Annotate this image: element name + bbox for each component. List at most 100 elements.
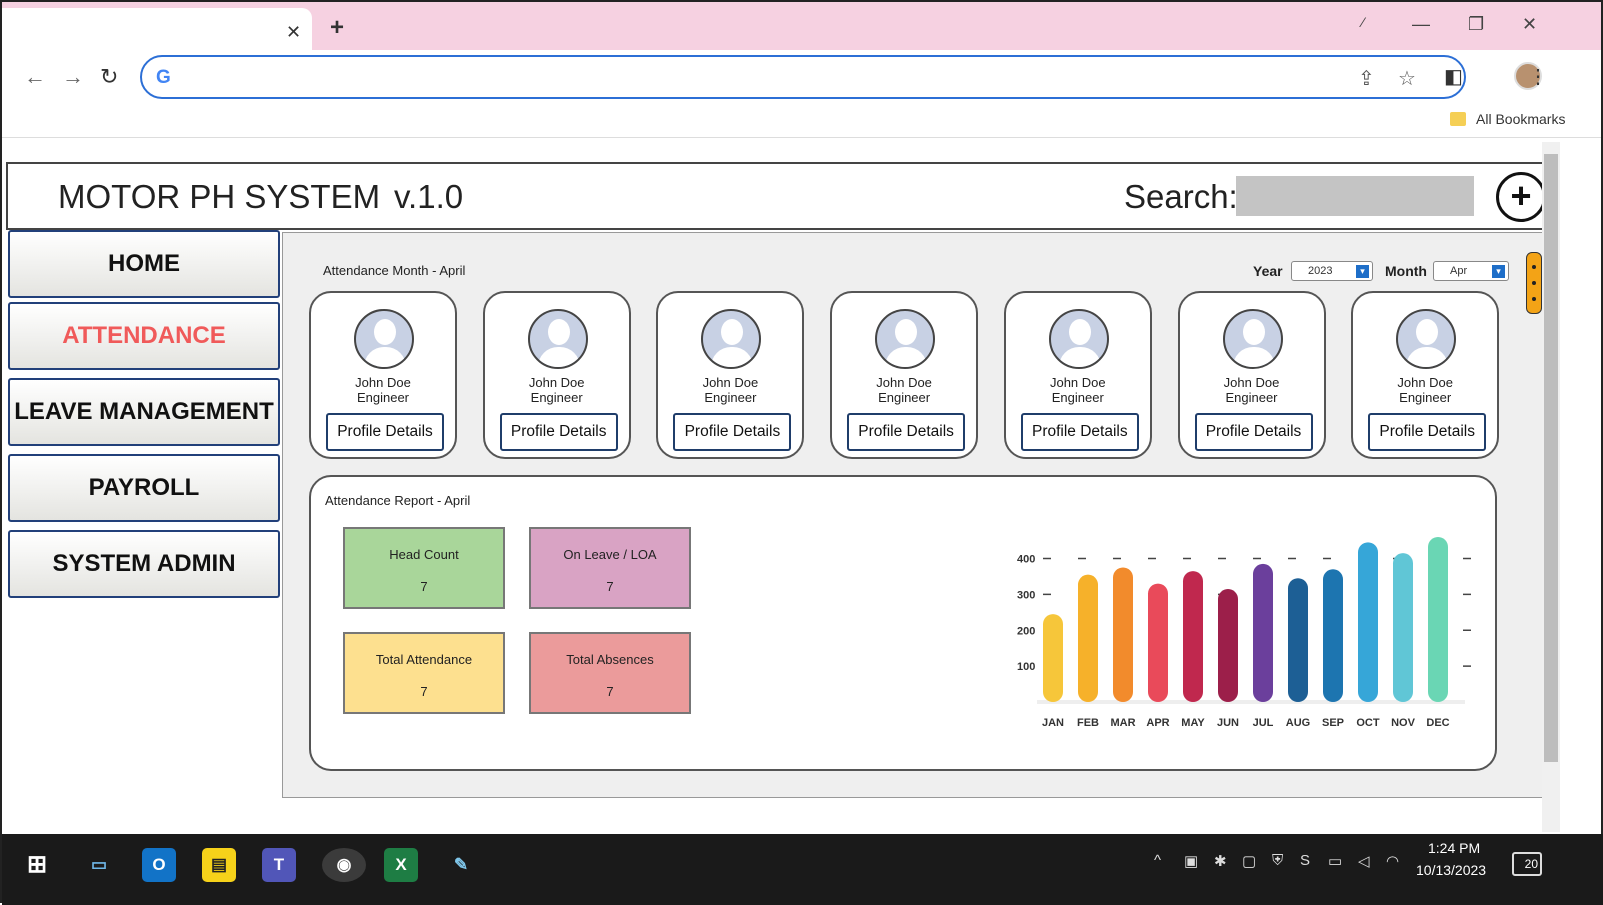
stat-value: 7 xyxy=(420,684,428,699)
search-input[interactable] xyxy=(1236,176,1474,216)
browser-window: ✕ + ⁄ — ❐ ✕ ← → ↻ G ⇪ ☆ ◧ ⋮ All Bookmark… xyxy=(0,0,1603,905)
month-select[interactable]: Apr ▾ xyxy=(1433,261,1509,281)
stat-head-count: Head Count 7 xyxy=(343,527,505,609)
x-tick-label: JUN xyxy=(1217,717,1239,729)
stat-label: Head Count xyxy=(389,547,459,562)
profile-details-button[interactable]: Profile Details xyxy=(499,413,618,451)
employee-card: John Doe Engineer Profile Details xyxy=(656,291,805,459)
side-widget-handle[interactable] xyxy=(1526,252,1542,314)
bar-oct xyxy=(1358,542,1378,702)
x-tick-label: MAY xyxy=(1181,717,1205,729)
profile-details-button[interactable]: Profile Details xyxy=(673,413,792,451)
profile-details-button[interactable]: Profile Details xyxy=(1020,413,1139,451)
clock-date[interactable]: 10/13/2023 xyxy=(1416,862,1486,878)
app-version: v.1.0 xyxy=(394,178,464,215)
all-bookmarks-link[interactable]: All Bookmarks xyxy=(1476,111,1565,127)
employee-role: Engineer xyxy=(530,390,583,405)
x-tick-label: JAN xyxy=(1042,717,1064,729)
chevron-up-icon[interactable]: ^ xyxy=(1154,852,1161,869)
year-select[interactable]: 2023 ▾ xyxy=(1291,261,1373,281)
month-value: Apr xyxy=(1450,265,1468,277)
employee-card: John Doe Engineer Profile Details xyxy=(830,291,979,459)
profile-details-button[interactable]: Profile Details xyxy=(1194,413,1313,451)
sidebar-item-payroll[interactable]: PAYROLL xyxy=(8,454,280,522)
x-tick-label: APR xyxy=(1146,717,1169,729)
windows-start-icon[interactable]: ⊞ xyxy=(20,848,54,882)
x-tick-label: NOV xyxy=(1391,717,1416,729)
x-tick-label: JUL xyxy=(1253,717,1274,729)
stat-label: On Leave / LOA xyxy=(563,547,657,562)
defender-icon[interactable]: ⛨ xyxy=(1272,852,1283,869)
active-tab[interactable]: ✕ xyxy=(2,8,312,50)
employee-card: John Doe Engineer Profile Details xyxy=(1351,291,1500,459)
bookmark-star-icon[interactable]: ☆ xyxy=(1398,66,1416,91)
forward-icon[interactable]: → xyxy=(62,64,84,90)
close-tab-icon[interactable]: ✕ xyxy=(286,22,301,43)
display-icon[interactable]: ▢ xyxy=(1242,852,1256,870)
address-bar[interactable]: G ⇪ ☆ xyxy=(140,55,1466,99)
paint-icon[interactable]: ✎ xyxy=(444,848,478,882)
sidebar-item-system-admin[interactable]: SYSTEM ADMIN xyxy=(8,530,280,598)
report-title: Attendance Report - April xyxy=(325,493,471,508)
computer-app-icon[interactable]: ▭ xyxy=(82,848,116,882)
profile-details-button[interactable]: Profile Details xyxy=(847,413,966,451)
pen-icon[interactable]: ⁄ xyxy=(1362,14,1364,30)
bar-may xyxy=(1183,571,1203,702)
teams-icon[interactable]: T xyxy=(262,848,296,882)
y-tick-label: 300 xyxy=(1017,589,1035,601)
employee-name: John Doe xyxy=(702,375,759,390)
sticky-notes-icon[interactable]: ▤ xyxy=(202,848,236,882)
employee-name: John Doe xyxy=(355,375,411,390)
x-tick-label: OCT xyxy=(1356,717,1380,729)
restore-icon[interactable]: ❐ xyxy=(1468,14,1484,35)
sidebar-item-attendance[interactable]: ATTENDANCE xyxy=(8,302,280,370)
search-label: Search: xyxy=(1124,178,1238,215)
x-tick-label: FEB xyxy=(1077,717,1099,729)
volume-icon[interactable]: ◁ xyxy=(1358,852,1370,870)
profile-details-button[interactable]: Profile Details xyxy=(1368,413,1487,451)
stat-label: Total Absences xyxy=(566,652,654,667)
section-title: Attendance Month - April xyxy=(323,263,466,278)
stat-value: 7 xyxy=(606,579,614,594)
user-avatar-icon xyxy=(1048,309,1109,369)
share-icon[interactable]: ⇪ xyxy=(1358,66,1375,91)
close-window-icon[interactable]: ✕ xyxy=(1522,14,1537,35)
bookmarks-bar: All Bookmarks xyxy=(2,106,1601,138)
employee-name: John Doe xyxy=(1049,375,1106,390)
side-panel-icon[interactable]: ◧ xyxy=(1444,64,1463,89)
minimize-icon[interactable]: — xyxy=(1412,14,1430,35)
sidebar-item-leave-management[interactable]: LEAVE MANAGEMENT xyxy=(8,378,280,446)
sidebar-item-home[interactable]: HOME xyxy=(8,230,280,298)
employee-name: John Doe xyxy=(528,375,585,390)
teams-tray-icon[interactable]: ▣ xyxy=(1184,852,1198,870)
x-tick-label: AUG xyxy=(1286,717,1310,729)
battery-icon[interactable]: ▭ xyxy=(1328,852,1342,870)
clock-time[interactable]: 1:24 PM xyxy=(1428,840,1480,856)
employee-role: Engineer xyxy=(356,390,410,405)
more-menu-icon[interactable]: ⋮ xyxy=(1528,64,1548,89)
notifications-icon[interactable]: 20 xyxy=(1512,852,1542,876)
employee-role: Engineer xyxy=(1399,390,1452,405)
stat-total-absences: Total Absences 7 xyxy=(529,632,691,714)
reload-icon[interactable]: ↻ xyxy=(100,64,118,90)
skype-icon[interactable]: S xyxy=(1300,852,1310,869)
wifi-icon[interactable]: ◠ xyxy=(1386,852,1399,870)
chrome-icon[interactable]: ◉ xyxy=(322,848,366,882)
outlook-icon[interactable]: O xyxy=(142,848,176,882)
folder-icon[interactable] xyxy=(1450,112,1466,126)
new-tab-button[interactable]: + xyxy=(330,14,344,42)
scrollbar-thumb[interactable] xyxy=(1544,154,1558,762)
y-tick-label: 400 xyxy=(1017,554,1035,566)
back-icon[interactable]: ← xyxy=(24,64,46,90)
add-button[interactable]: + xyxy=(1496,172,1546,222)
excel-icon[interactable]: X xyxy=(384,848,418,882)
bar-jun xyxy=(1218,589,1238,702)
user-avatar-icon xyxy=(354,309,414,369)
bluetooth-icon[interactable]: ✱ xyxy=(1214,852,1227,870)
bar-jan xyxy=(1043,614,1063,702)
employee-card: John Doe Engineer Profile Details xyxy=(1177,291,1326,459)
tab-strip: ✕ + ⁄ — ❐ ✕ xyxy=(2,2,1601,50)
bar-aug xyxy=(1288,578,1308,702)
profile-details-button[interactable]: Profile Details xyxy=(326,413,444,451)
stat-value: 7 xyxy=(420,579,428,594)
